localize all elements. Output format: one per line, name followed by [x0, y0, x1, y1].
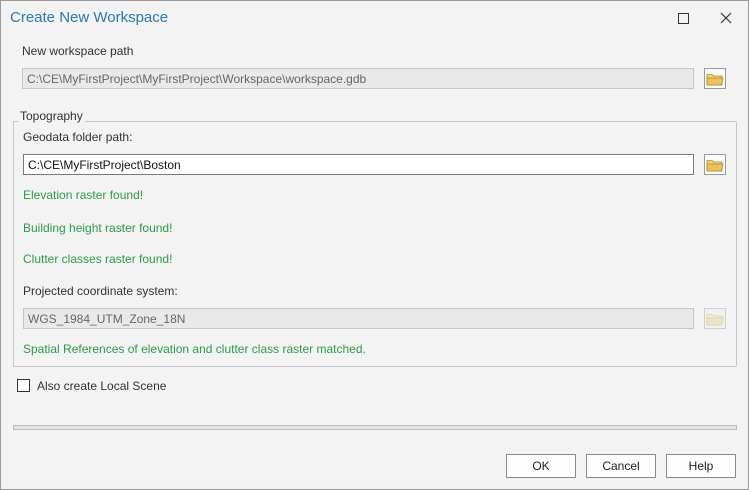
- clutter-classes-status: Clutter classes raster found!: [23, 252, 173, 266]
- progress-bar: [13, 425, 737, 430]
- close-icon: [720, 12, 732, 24]
- cancel-button[interactable]: Cancel: [586, 454, 656, 478]
- maximize-icon: [677, 12, 689, 24]
- create-workspace-dialog: Create New Workspace New workspace path …: [0, 0, 749, 490]
- maximize-button[interactable]: [668, 5, 698, 31]
- geodata-path-label: Geodata folder path:: [23, 130, 133, 144]
- topography-group-title: Topography: [18, 109, 85, 123]
- local-scene-label[interactable]: Also create Local Scene: [37, 379, 166, 393]
- workspace-path-label: New workspace path: [22, 44, 134, 58]
- workspace-path-field[interactable]: [22, 68, 694, 89]
- help-button[interactable]: Help: [666, 454, 736, 478]
- coordinate-system-field: [23, 308, 694, 329]
- elevation-status: Elevation raster found!: [23, 188, 144, 202]
- folder-icon: [706, 159, 724, 171]
- folder-icon: [706, 313, 724, 325]
- coordinate-browse-button: [704, 308, 726, 329]
- title-bar[interactable]: Create New Workspace: [1, 1, 748, 35]
- geodata-browse-button[interactable]: [704, 154, 726, 175]
- workspace-browse-button[interactable]: [704, 68, 726, 89]
- ok-button[interactable]: OK: [506, 454, 576, 478]
- close-button[interactable]: [711, 5, 741, 31]
- building-height-status: Building height raster found!: [23, 221, 173, 235]
- coordinate-system-label: Projected coordinate system:: [23, 284, 178, 298]
- spatial-reference-match-message: Spatial References of elevation and clut…: [23, 342, 366, 356]
- local-scene-checkbox[interactable]: [17, 379, 30, 392]
- dialog-title: Create New Workspace: [10, 9, 169, 26]
- folder-icon: [706, 73, 724, 85]
- geodata-path-input[interactable]: [23, 154, 694, 175]
